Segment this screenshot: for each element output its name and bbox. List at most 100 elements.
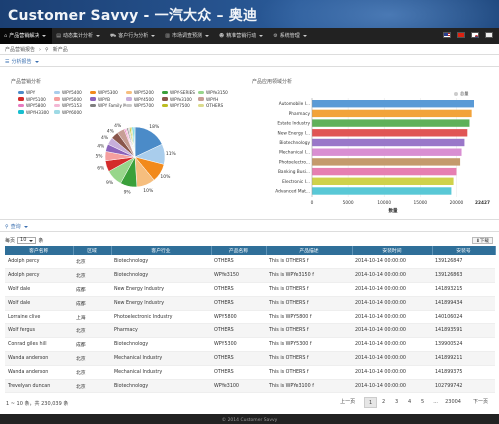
prev-page-button[interactable]: 上一页 [337, 397, 358, 408]
bar[interactable] [312, 100, 474, 108]
x-axis-label: 数量 [389, 207, 398, 214]
column-header-customer[interactable]: 客户名称 [5, 246, 74, 255]
legend-item[interactable]: WPY5800 [18, 103, 54, 108]
legend-item[interactable]: WPY5100 [18, 97, 54, 102]
legend-item[interactable]: OTHERS [198, 103, 234, 108]
cell-region: 上海 [73, 310, 111, 325]
bar[interactable] [312, 119, 470, 127]
next-page-button[interactable]: 下一页 [470, 397, 491, 408]
table-row[interactable]: Wanda anderson 北京 Mechanical Industry OTHER… [5, 365, 495, 380]
legend-label: WPY5200 [134, 90, 154, 95]
us-flag-icon[interactable] [443, 32, 451, 38]
cell-install-time: 2014-10-14 00:00:00 [352, 365, 432, 380]
bar[interactable] [312, 148, 462, 156]
bar[interactable] [312, 129, 468, 137]
legend-item[interactable]: WPY6000 [54, 110, 90, 115]
legend-label: WPY5300 [98, 90, 118, 95]
cell-industry: Biotechnology [111, 255, 211, 270]
legend-item[interactable]: WPY5153 [54, 103, 90, 108]
bar[interactable] [312, 167, 457, 176]
cell-region: 成都 [73, 296, 111, 311]
legend-label: WPY5153 [62, 103, 82, 108]
export-button[interactable]: ⬇下载 [471, 237, 493, 244]
nav-item-customer-behavior[interactable]: ⛟ 客户行为分析 [106, 28, 161, 44]
legend-item[interactable]: WPYH [198, 97, 234, 102]
column-header-product[interactable]: 产品名称 [211, 246, 267, 255]
results-table: 客户名称 区域 客户行业 产品名称 产品描述 安装时间 安装号 Adolph p… [5, 246, 496, 394]
legend-item[interactable]: WPYB [90, 97, 126, 102]
flag-icon[interactable] [485, 32, 493, 38]
column-header-industry[interactable]: 客户行业 [111, 246, 212, 255]
column-header-install-time[interactable]: 安装时间 [352, 246, 433, 255]
legend-item[interactable]: WPY5300 [90, 90, 126, 95]
page-button-last[interactable]: 23004 [442, 397, 464, 408]
category-label: Photoelectro... [279, 159, 310, 165]
table-row[interactable]: Wolf dale 成都 New Energy Industry OTHERS This… [5, 282, 495, 297]
legend-swatch [198, 97, 204, 101]
gear-icon: ⚙ [273, 33, 278, 39]
legend-item[interactable]: WPY5000 [54, 97, 90, 102]
page-button-2[interactable]: 2 [377, 397, 390, 408]
table-row[interactable]: Wolf fergus 北京 Pharmacy OTHERS This is OTHER… [5, 323, 495, 339]
language-flags [443, 32, 493, 38]
legend-item[interactable]: WPY-SERIES [162, 90, 198, 95]
application-field-title: 产品应用领域分析 [252, 79, 293, 85]
table-row[interactable]: Lorraine clive 上海 Photoelectronic Industry… [5, 310, 495, 325]
page-button-3[interactable]: 3 [390, 397, 403, 408]
legend-item[interactable]: WPYe3100 [162, 97, 198, 102]
nav-label: 市场调查预测 [172, 33, 203, 39]
page-button-5[interactable]: 5 [416, 397, 429, 408]
pie-slice-label: 18% [149, 124, 160, 130]
table-row[interactable]: Trevelyan duncan 北京 Biotechnology WPYe3100 T… [5, 379, 495, 394]
bar[interactable] [312, 187, 452, 195]
legend-item[interactable]: WPYe3150 [198, 90, 234, 95]
breadcrumb-root[interactable]: 产品营销报告 [5, 46, 35, 53]
nav-item-system-admin[interactable]: ⚙ 系统管理 [269, 28, 313, 44]
nav-label: 动态集计分析 [62, 33, 93, 39]
table-row[interactable]: Conrad giles hill 成都 Biotechnology WPY5300 T… [5, 337, 495, 353]
page-button-4[interactable]: 4 [403, 397, 416, 408]
legend-item[interactable]: WPY5400 [54, 90, 90, 95]
bar[interactable] [312, 177, 454, 185]
bar[interactable] [312, 109, 472, 118]
column-header-description[interactable]: 产品描述 [266, 246, 353, 255]
table-row[interactable]: Adolph percy 北京 Biotechnology OTHERS This is… [5, 255, 495, 270]
analysis-section-toggle[interactable]: ☰ 分析报告 [5, 58, 39, 65]
pie-slice-label: 4% [101, 135, 109, 141]
cell-industry: New Energy Industry [111, 296, 211, 311]
nav-item-precision-marketing[interactable]: ☻ 精准营销行动 [215, 28, 269, 44]
column-header-install-id[interactable]: 安装号 [432, 246, 496, 255]
analysis-section-label: 分析报告 [11, 59, 32, 65]
table-row[interactable]: Adolph percy 北京 Biotechnology WPYe3150 This … [5, 268, 495, 284]
table-row[interactable]: Wanda anderson 北京 Mechanical Industry OTHER… [5, 351, 495, 366]
legend-item[interactable]: WPYH3300 [18, 110, 54, 115]
page-button-1[interactable]: 1 [364, 397, 378, 408]
legend-item[interactable]: WPY [18, 90, 54, 95]
korea-flag-icon[interactable] [471, 32, 479, 38]
query-section-toggle[interactable]: ⚲ 查询 [5, 223, 28, 230]
column-header-region[interactable]: 区域 [73, 246, 112, 255]
nav-item-market-forecast[interactable]: ▥ 市场调查预测 [161, 28, 215, 44]
nav-item-dynamic-analysis[interactable]: ▤ 动态集计分析 [52, 28, 106, 44]
page-size-select[interactable]: 10 [17, 237, 37, 244]
nav-item-product-marketing[interactable]: ⌂ 产品营销解决 [0, 28, 53, 44]
page-size-control: 每页 10 条 [5, 237, 43, 244]
legend-item[interactable]: WPY5700 [126, 103, 162, 108]
cell-industry: Biotechnology [111, 379, 211, 394]
cell-product: OTHERS [211, 282, 266, 297]
cell-install-id: 141899434 [432, 296, 495, 311]
cell-product: WPY5800 [211, 310, 266, 325]
legend-item[interactable]: WPY4500 [126, 97, 162, 102]
table-row[interactable]: Wolf dale 成都 New Energy Industry OTHERS This… [5, 296, 495, 311]
bar[interactable] [312, 138, 465, 147]
caret-down-icon [34, 60, 39, 63]
cell-product: OTHERS [211, 365, 266, 380]
legend-item[interactable]: WPY7500 [162, 103, 198, 108]
category-label: Advanced Mat... [275, 189, 310, 195]
cell-industry: New Energy Industry [111, 282, 211, 297]
cell-customer: Wolf dale [5, 282, 73, 297]
legend-item[interactable]: WPY5200 [126, 90, 162, 95]
china-flag-icon[interactable] [457, 32, 465, 38]
bar[interactable] [312, 158, 461, 166]
legend-item[interactable]: WPY Family M... [90, 103, 126, 108]
